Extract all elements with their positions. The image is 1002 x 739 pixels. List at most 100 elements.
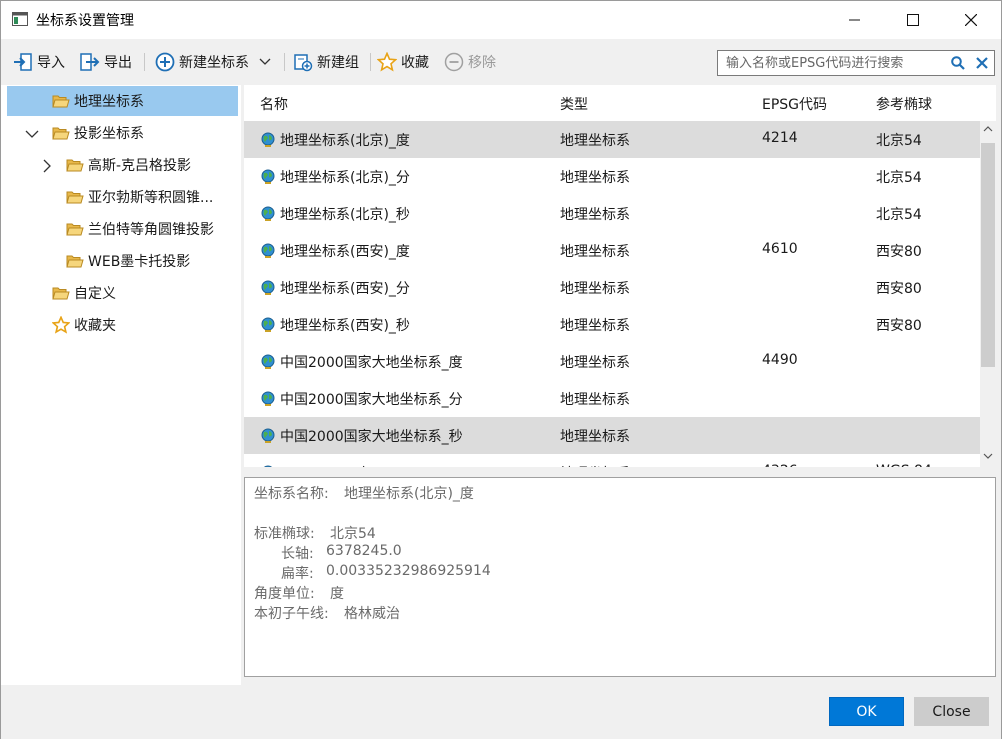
chevron-down-icon[interactable] xyxy=(25,127,39,141)
import-label: 导入 xyxy=(37,55,65,71)
tree-item-custom[interactable]: 自定义 xyxy=(52,278,116,308)
star-icon xyxy=(377,52,397,72)
close-button[interactable]: Close xyxy=(914,697,989,726)
toolbar-separator xyxy=(144,53,145,71)
tree-label-geographic: 地理坐标系 xyxy=(74,94,144,110)
maximize-icon xyxy=(907,14,919,26)
detail-flattening-value: 0.00335232986925914 xyxy=(326,563,491,579)
remove-button[interactable]: 移除 xyxy=(444,51,496,73)
cell-name: 中国2000国家大地坐标系_度 xyxy=(280,355,463,371)
cell-epsg: 4326 xyxy=(762,463,798,467)
chevron-down-icon[interactable] xyxy=(259,58,271,66)
new-crs-button[interactable]: 新建坐标系 xyxy=(155,51,275,73)
dialog-footer: OK Close xyxy=(1,685,1001,739)
cell-type: 地理坐标系 xyxy=(560,281,630,297)
remove-icon xyxy=(444,52,464,72)
cell-name: WGS1984_度 xyxy=(280,463,370,467)
globe-icon xyxy=(261,280,275,295)
table-row[interactable]: 中国2000国家大地坐标系_分 地理坐标系 xyxy=(244,380,980,417)
cell-type: 地理坐标系 xyxy=(560,463,630,467)
tree-item-albers[interactable]: 亚尔勃斯等积圆锥... xyxy=(66,182,213,212)
dialog-window: 坐标系设置管理 导入 导出 新建坐标系 新建组 收藏 移除 输入名称或EPSG代… xyxy=(0,0,1002,739)
crs-table: 名称 类型 EPSG代码 参考椭球 地理坐标系(北京)_度地理坐标系 4214 北京… xyxy=(244,85,996,467)
import-button[interactable]: 导入 xyxy=(13,51,65,73)
folder-open-icon xyxy=(52,127,70,140)
detail-flattening-label: 扁率: xyxy=(281,566,314,582)
table-row[interactable]: 地理坐标系(北京)_分 地理坐标系 北京54 xyxy=(244,158,980,195)
globe-icon xyxy=(263,465,273,467)
table-row[interactable]: 地理坐标系(西安)_分 地理坐标系 西安80 xyxy=(244,269,980,306)
tree-item-favorites[interactable]: 收藏夹 xyxy=(52,310,116,340)
minimize-button[interactable] xyxy=(827,1,885,39)
cell-type: 地理坐标系 xyxy=(560,318,630,334)
clear-icon[interactable] xyxy=(976,57,988,69)
close-icon xyxy=(965,14,977,26)
detail-angle-unit-label: 角度单位: xyxy=(254,586,315,602)
tree-item-geographic[interactable]: 地理坐标系 xyxy=(7,86,238,116)
ok-button[interactable]: OK xyxy=(829,697,904,726)
detail-ellipsoid-label: 标准椭球: xyxy=(254,526,315,542)
tree-item-web-mercator[interactable]: WEB墨卡托投影 xyxy=(66,246,190,276)
scroll-up-icon[interactable] xyxy=(983,126,993,132)
minimize-icon xyxy=(849,19,860,21)
table-row[interactable]: 中国2000国家大地坐标系_秒 地理坐标系 xyxy=(244,417,980,454)
cell-type: 地理坐标系 xyxy=(560,355,630,371)
new-group-button[interactable]: 新建组 xyxy=(293,51,359,73)
scroll-down-icon[interactable] xyxy=(983,453,993,459)
cell-epsg: 4214 xyxy=(762,130,798,146)
detail-panel: 坐标系名称: 地理坐标系(北京)_度 标准椭球: 北京54 长轴: 637824… xyxy=(244,477,996,677)
cell-ellipsoid: WGS 84 xyxy=(876,463,932,467)
globe-icon xyxy=(261,243,275,258)
toolbar-separator xyxy=(370,53,371,71)
cell-ellipsoid: 北京54 xyxy=(876,133,922,149)
scrollbar-thumb[interactable] xyxy=(981,143,995,367)
column-header-type[interactable]: 类型 xyxy=(560,94,588,114)
title-bar: 坐标系设置管理 xyxy=(1,1,1001,39)
detail-ellipsoid-value: 北京54 xyxy=(330,526,376,542)
search-icon[interactable] xyxy=(951,56,965,70)
cell-type: 地理坐标系 xyxy=(560,244,630,260)
cell-name: 中国2000国家大地坐标系_秒 xyxy=(280,429,463,445)
table-row[interactable]: 中国2000国家大地坐标系_度 地理坐标系 4490 xyxy=(244,343,980,380)
export-button[interactable]: 导出 xyxy=(80,51,132,73)
favorite-button[interactable]: 收藏 xyxy=(377,51,429,73)
chevron-right-icon[interactable] xyxy=(40,159,54,173)
folder-open-icon xyxy=(66,159,84,172)
search-input[interactable] xyxy=(726,54,944,72)
new-group-label: 新建组 xyxy=(317,55,359,71)
favorite-label: 收藏 xyxy=(401,55,429,71)
cell-ellipsoid: 北京54 xyxy=(876,207,922,223)
tree-item-projected[interactable]: 投影坐标系 xyxy=(52,118,144,148)
tree-item-gauss[interactable]: 高斯-克吕格投影 xyxy=(66,150,191,180)
cell-epsg: 4490 xyxy=(762,352,798,368)
table-row[interactable]: 地理坐标系(北京)_度 地理坐标系 4214 北京54 xyxy=(244,121,980,158)
cell-name: 地理坐标系(西安)_秒 xyxy=(280,318,410,334)
detail-major-axis-value: 6378245.0 xyxy=(326,543,402,559)
globe-icon xyxy=(261,428,275,443)
add-circle-icon xyxy=(155,52,175,72)
window-title: 坐标系设置管理 xyxy=(36,13,134,29)
cell-name: 地理坐标系(北京)_秒 xyxy=(280,207,410,223)
table-row[interactable]: WGS1984_度 地理坐标系 4326 WGS 84 xyxy=(244,454,980,467)
table-row[interactable]: 地理坐标系(西安)_秒 地理坐标系 西安80 xyxy=(244,306,980,343)
cell-name: 地理坐标系(北京)_分 xyxy=(280,170,410,186)
folder-open-icon xyxy=(66,191,84,204)
tree-item-lambert[interactable]: 兰伯特等角圆锥投影 xyxy=(66,214,214,244)
cell-name: 地理坐标系(北京)_度 xyxy=(280,133,410,149)
search-box xyxy=(717,50,995,76)
table-row[interactable]: 地理坐标系(北京)_秒 地理坐标系 北京54 xyxy=(244,195,980,232)
cell-name: 地理坐标系(西安)_度 xyxy=(280,244,410,260)
column-header-name[interactable]: 名称 xyxy=(260,94,288,114)
cell-ellipsoid: 西安80 xyxy=(876,244,922,260)
table-header: 名称 类型 EPSG代码 参考椭球 xyxy=(244,85,996,121)
table-row[interactable]: 地理坐标系(西安)_度 地理坐标系 4610 西安80 xyxy=(244,232,980,269)
column-header-epsg[interactable]: EPSG代码 xyxy=(762,94,827,114)
detail-name-label: 坐标系名称: xyxy=(254,486,329,502)
maximize-button[interactable] xyxy=(885,1,943,39)
table-body: 地理坐标系(北京)_度 地理坐标系 4214 北京54 地理坐标系(北京)_分 地理坐标系… xyxy=(244,121,980,467)
detail-prime-meridian-label: 本初子午线: xyxy=(254,606,329,622)
close-window-button[interactable] xyxy=(943,1,1001,39)
column-header-ellipsoid[interactable]: 参考椭球 xyxy=(876,94,932,114)
cell-ellipsoid: 北京54 xyxy=(876,170,922,186)
vertical-scrollbar[interactable] xyxy=(980,121,996,467)
